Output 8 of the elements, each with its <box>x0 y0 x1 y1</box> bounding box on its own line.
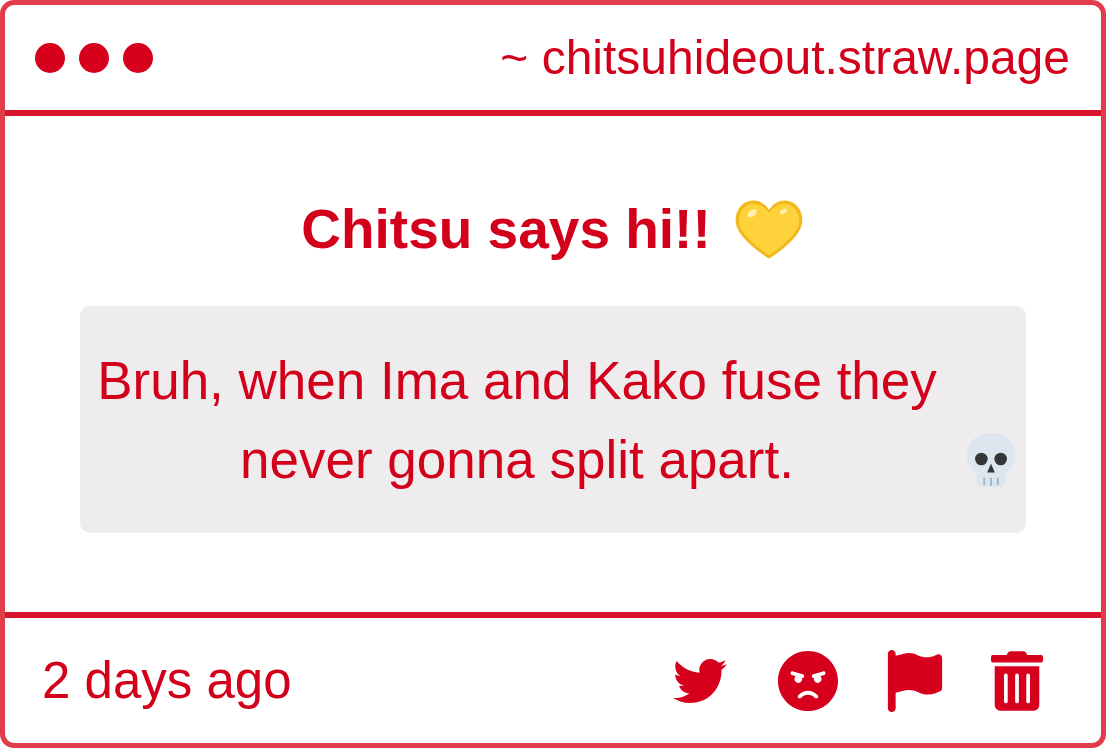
post-time: 2 days ago <box>42 650 292 711</box>
delete-button[interactable] <box>991 650 1043 711</box>
message-text: Bruh, when Ima and Kako fuse they never gonna split apart. <box>96 350 938 491</box>
post-title: Chitsu says hi!! <box>301 197 711 261</box>
react-button[interactable] <box>777 649 839 712</box>
angry-face-icon <box>777 649 839 712</box>
page-url: ~ chitsuhideout.straw.page <box>500 29 1070 86</box>
trash-icon <box>991 650 1043 711</box>
